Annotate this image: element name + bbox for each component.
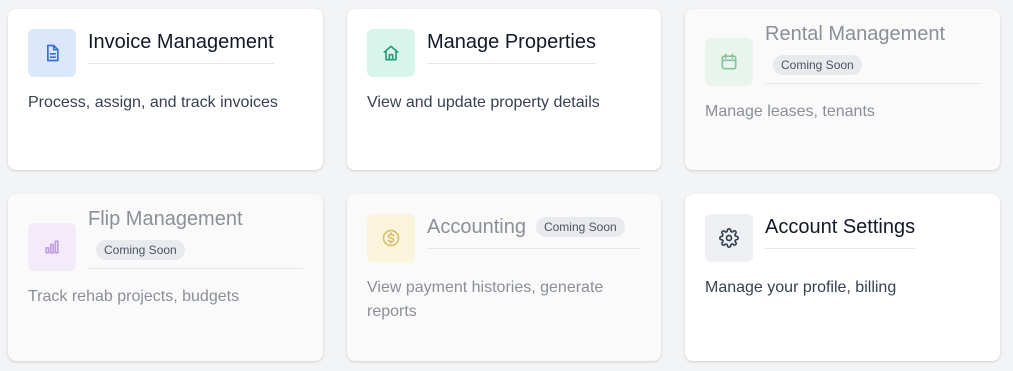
card-account-settings[interactable]: Account Settings Manage your profile, bi… — [685, 194, 1000, 361]
card-description: View and update property details — [367, 94, 600, 111]
card-description: Process, assign, and track invoices — [28, 94, 278, 111]
card-title: Manage Properties — [427, 31, 596, 53]
gear-icon — [705, 214, 753, 262]
dollar-icon — [367, 214, 415, 262]
card-manage-properties[interactable]: Manage Properties View and update proper… — [347, 9, 661, 170]
card-invoice-management[interactable]: Invoice Management Process, assign, and … — [8, 9, 323, 170]
card-accounting: Accounting Coming Soon View payment hist… — [347, 194, 661, 361]
card-flip-management: Flip Management Coming Soon Track rehab … — [8, 194, 323, 361]
home-icon — [367, 29, 415, 77]
card-title: Rental Management — [765, 23, 946, 45]
card-title: Flip Management — [88, 208, 243, 230]
card-title: Account Settings — [765, 216, 916, 238]
bar-chart-icon — [28, 223, 76, 271]
calendar-icon — [705, 38, 753, 86]
coming-soon-badge: Coming Soon — [773, 55, 862, 75]
card-title: Invoice Management — [88, 31, 274, 53]
card-description: View payment histories, generate reports — [367, 279, 604, 320]
coming-soon-badge: Coming Soon — [96, 240, 185, 260]
card-description: Manage your profile, billing — [705, 279, 897, 296]
card-rental-management: Rental Management Coming Soon Manage lea… — [685, 9, 1000, 170]
card-description: Track rehab projects, budgets — [28, 288, 240, 305]
coming-soon-badge: Coming Soon — [535, 217, 625, 237]
card-description: Manage leases, tenants — [705, 103, 875, 120]
document-icon — [28, 29, 76, 77]
card-title: Accounting — [427, 216, 526, 238]
